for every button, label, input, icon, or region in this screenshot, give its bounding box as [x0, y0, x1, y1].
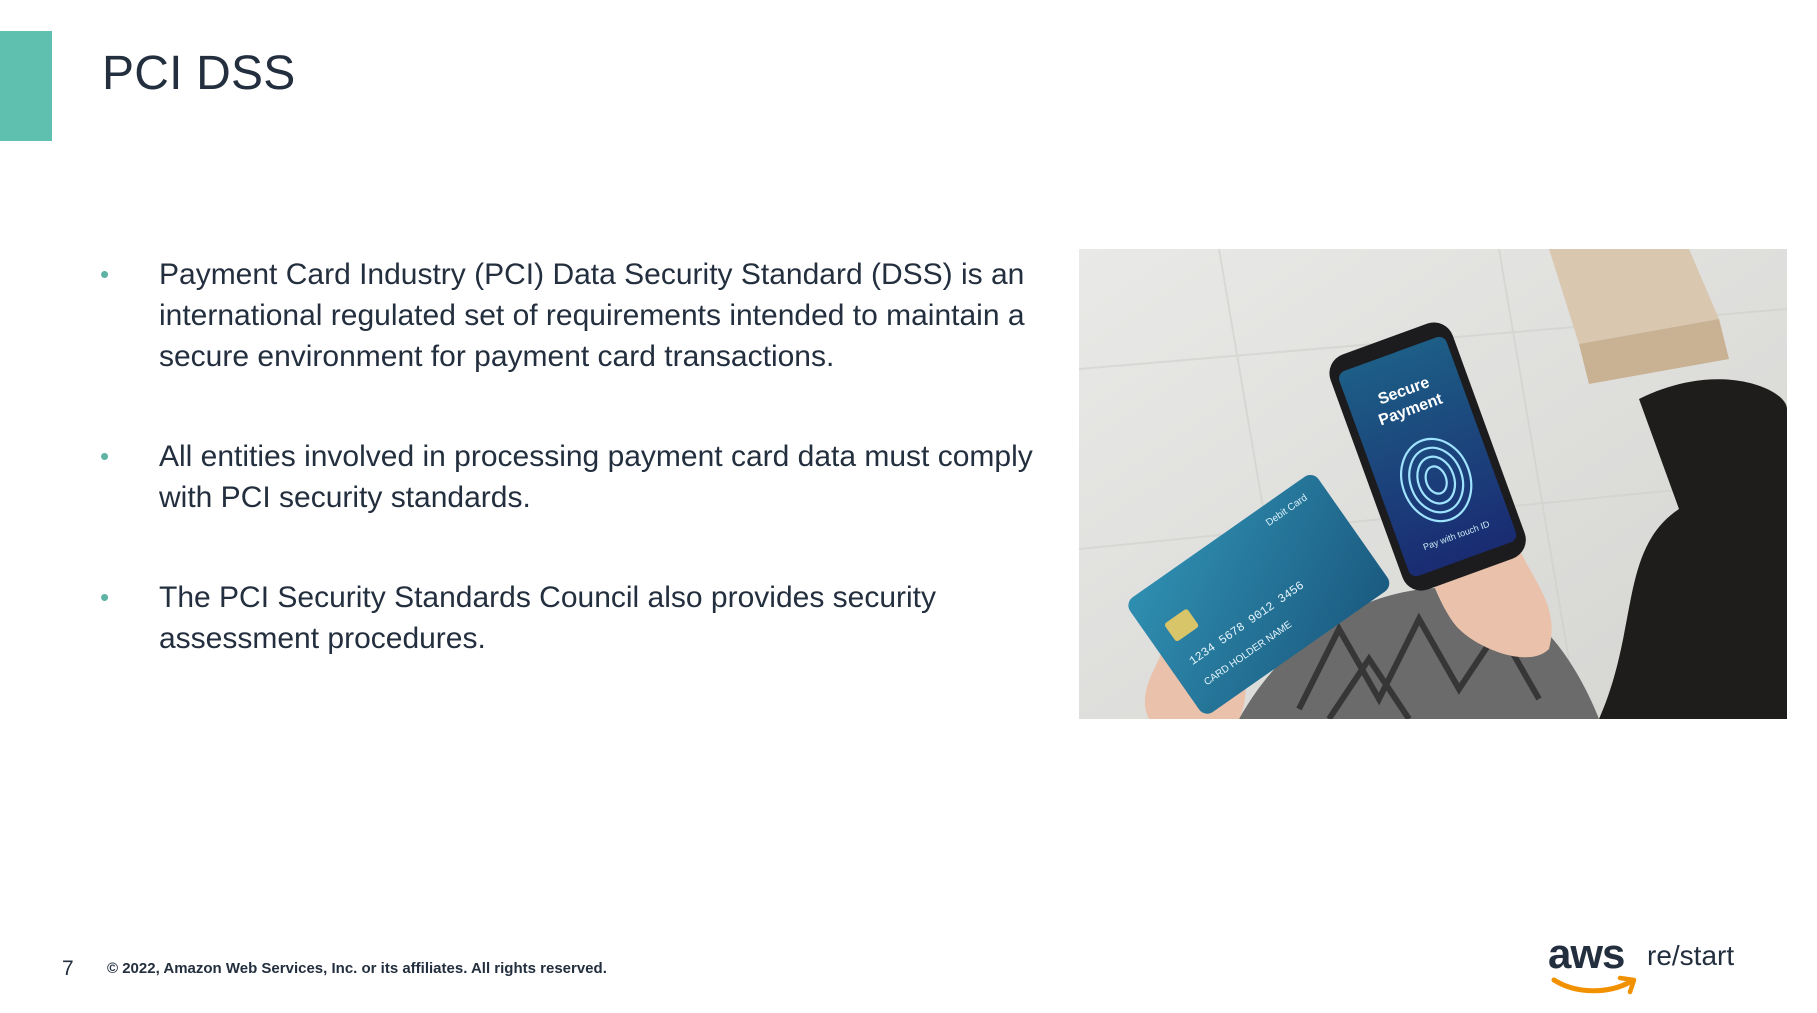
aws-smile-icon [1551, 975, 1637, 995]
logo-restart-text: re/start [1647, 940, 1735, 971]
bullet-text: The PCI Security Standards Council also … [159, 581, 937, 655]
bullet-text: Payment Card Industry (PCI) Data Securit… [159, 258, 1025, 373]
bullet-marker: • [100, 441, 110, 471]
secure-payment-photo: Secure Payment Pay with touch ID Debit C… [1079, 249, 1787, 719]
bullet-marker: • [100, 259, 110, 289]
page-title: PCI DSS [102, 47, 296, 100]
bullet-text: All entities involved in processing paym… [159, 440, 1033, 514]
title-accent-bar [0, 31, 52, 141]
bullet-marker: • [100, 582, 110, 612]
logo-aws-text: aws [1548, 930, 1625, 977]
bullet-list: • Payment Card Industry (PCI) Data Secur… [100, 254, 1060, 659]
bullet-item: • The PCI Security Standards Council als… [100, 577, 1060, 659]
bullet-item: • All entities involved in processing pa… [100, 436, 1060, 518]
copyright-notice: © 2022, Amazon Web Services, Inc. or its… [107, 960, 607, 977]
page-number: 7 [62, 957, 74, 980]
aws-restart-logo: aws re/start [1548, 930, 1758, 1000]
bullet-item: • Payment Card Industry (PCI) Data Secur… [100, 254, 1060, 377]
